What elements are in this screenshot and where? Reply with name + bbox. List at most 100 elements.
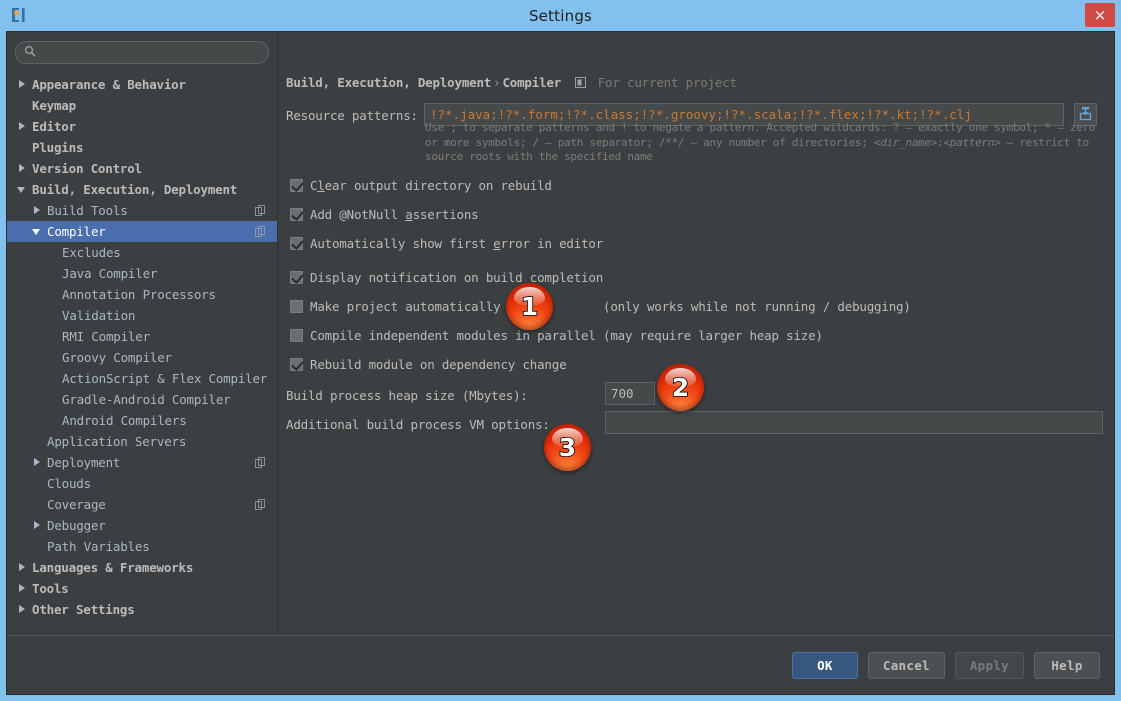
sidebar-item-label: Excludes — [62, 245, 121, 260]
project-scope-icon — [568, 75, 593, 90]
tree-spacer — [17, 142, 28, 153]
sidebar-item-build-tools[interactable]: Build Tools — [7, 200, 277, 221]
sidebar-item-keymap[interactable]: Keymap — [7, 95, 277, 116]
search-input[interactable] — [36, 45, 260, 61]
checkbox-label: Display notification on build completion — [310, 270, 603, 285]
sidebar-item-application-servers[interactable]: Application Servers — [7, 431, 277, 452]
chevron-down-icon[interactable] — [17, 184, 28, 195]
copy-settings-icon[interactable] — [255, 226, 266, 240]
vm-options-input[interactable] — [605, 411, 1103, 434]
sidebar-item-compiler[interactable]: Compiler — [7, 221, 277, 242]
hint-line-3: source roots with the specified name — [425, 150, 653, 163]
sidebar-item-actionscript-flex-compiler[interactable]: ActionScript & Flex Compiler — [7, 368, 277, 389]
copy-settings-icon[interactable] — [255, 205, 266, 219]
sidebar-item-build-execution-deployment[interactable]: Build, Execution, Deployment — [7, 179, 277, 200]
chevron-right-icon[interactable] — [17, 604, 28, 615]
sidebar-item-label: Tools — [32, 581, 69, 596]
checkbox-label: Rebuild module on dependency change — [310, 357, 566, 372]
checkbox-indicator — [290, 208, 303, 221]
checkbox-clear-output-directory[interactable]: Clear output directory on rebuild — [290, 178, 552, 193]
ok-button[interactable]: OK — [792, 652, 858, 679]
search-box[interactable] — [15, 41, 269, 64]
annotation-badge-1: 1 — [506, 283, 553, 330]
sidebar-item-path-variables[interactable]: Path Variables — [7, 536, 277, 557]
sidebar-item-editor[interactable]: Editor — [7, 116, 277, 137]
checkbox-display-notification[interactable]: Display notification on build completion — [290, 270, 603, 285]
sidebar-item-label: Path Variables — [47, 539, 150, 554]
chevron-right-icon[interactable] — [17, 562, 28, 573]
checkbox-indicator — [290, 329, 303, 342]
sidebar-item-deployment[interactable]: Deployment — [7, 452, 277, 473]
sidebar-item-languages-frameworks[interactable]: Languages & Frameworks — [7, 557, 277, 578]
sidebar-item-annotation-processors[interactable]: Annotation Processors — [7, 284, 277, 305]
sidebar-item-validation[interactable]: Validation — [7, 305, 277, 326]
sidebar-item-other-settings[interactable]: Other Settings — [7, 599, 277, 620]
hint-line-2-italic: <dir_name>:<pattern> — [874, 136, 1000, 149]
resource-patterns-label: Resource patterns: — [286, 108, 418, 123]
checkbox-show-first-error[interactable]: Automatically show first error in editor — [290, 236, 603, 251]
heap-size-label: Build process heap size (Mbytes): — [286, 388, 528, 403]
chevron-right-icon[interactable] — [17, 79, 28, 90]
vm-options-label: Additional build process VM options: — [286, 417, 550, 432]
sidebar-item-coverage[interactable]: Coverage — [7, 494, 277, 515]
checkbox-add-notnull-assertions[interactable]: Add @NotNull assertions — [290, 207, 479, 222]
tree-spacer — [47, 289, 58, 300]
sidebar-item-version-control[interactable]: Version Control — [7, 158, 277, 179]
sidebar-item-java-compiler[interactable]: Java Compiler — [7, 263, 277, 284]
chevron-right-icon[interactable] — [17, 163, 28, 174]
chevron-right-icon[interactable] — [17, 121, 28, 132]
close-button[interactable]: × — [1085, 3, 1115, 27]
breadcrumb-scope: For current project — [594, 75, 737, 90]
tree-spacer — [17, 100, 28, 111]
help-button[interactable]: Help — [1034, 652, 1100, 679]
apply-button[interactable]: Apply — [955, 652, 1024, 679]
sidebar-item-label: Other Settings — [32, 602, 135, 617]
search-container — [7, 32, 277, 70]
checkbox-label: Make project automatically — [310, 299, 500, 314]
sidebar-item-excludes[interactable]: Excludes — [7, 242, 277, 263]
sidebar-item-android-compilers[interactable]: Android Compilers — [7, 410, 277, 431]
note-make-project-automatically: (only works while not running / debuggin… — [603, 299, 911, 314]
sidebar-item-label: Android Compilers — [62, 413, 187, 428]
chevron-right-icon[interactable] — [17, 583, 28, 594]
search-icon — [24, 45, 36, 60]
cancel-button[interactable]: Cancel — [868, 652, 945, 679]
sidebar-item-label: Deployment — [47, 455, 120, 470]
checkbox-rebuild-on-dependency-change[interactable]: Rebuild module on dependency change — [290, 357, 566, 372]
sidebar-item-clouds[interactable]: Clouds — [7, 473, 277, 494]
sidebar-item-label: Annotation Processors — [62, 287, 216, 302]
checkbox-label: Clear output directory on rebuild — [310, 178, 552, 193]
annotation-badge-3: 3 — [544, 424, 591, 471]
checkbox-compile-independent-modules-parallel[interactable]: Compile independent modules in parallel — [290, 328, 596, 343]
checkbox-indicator — [290, 300, 303, 313]
sidebar-item-label: Appearance & Behavior — [32, 77, 186, 92]
tree-spacer — [47, 373, 58, 384]
breadcrumb-root[interactable]: Build, Execution, Deployment — [286, 75, 491, 90]
tree-spacer — [47, 331, 58, 342]
sidebar-item-gradle-android-compiler[interactable]: Gradle-Android Compiler — [7, 389, 277, 410]
copy-settings-icon[interactable] — [255, 457, 266, 471]
sidebar-item-groovy-compiler[interactable]: Groovy Compiler — [7, 347, 277, 368]
sidebar-item-label: Keymap — [32, 98, 76, 113]
annotation-badge-2: 2 — [657, 364, 704, 411]
sidebar-item-rmi-compiler[interactable]: RMI Compiler — [7, 326, 277, 347]
sidebar-item-plugins[interactable]: Plugins — [7, 137, 277, 158]
chevron-right-icon[interactable] — [32, 520, 43, 531]
copy-settings-icon[interactable] — [255, 499, 266, 513]
resource-patterns-hint: Use ; to separate patterns and ! to nega… — [425, 121, 1097, 165]
chevron-right-icon[interactable] — [32, 457, 43, 468]
window-title: Settings — [0, 7, 1121, 25]
tree-spacer — [47, 268, 58, 279]
tree-spacer — [47, 415, 58, 426]
sidebar-item-label: Debugger — [47, 518, 106, 533]
sidebar-item-tools[interactable]: Tools — [7, 578, 277, 599]
heap-size-input[interactable]: 700 — [605, 382, 655, 405]
sidebar-item-label: Application Servers — [47, 434, 186, 449]
checkbox-make-project-automatically[interactable]: Make project automatically — [290, 299, 500, 314]
chevron-right-icon[interactable] — [32, 205, 43, 216]
sidebar-item-label: Compiler — [47, 224, 106, 239]
intellij-logo-icon — [9, 5, 29, 25]
sidebar-item-appearance-behavior[interactable]: Appearance & Behavior — [7, 74, 277, 95]
sidebar-item-debugger[interactable]: Debugger — [7, 515, 277, 536]
chevron-down-icon[interactable] — [32, 226, 43, 237]
